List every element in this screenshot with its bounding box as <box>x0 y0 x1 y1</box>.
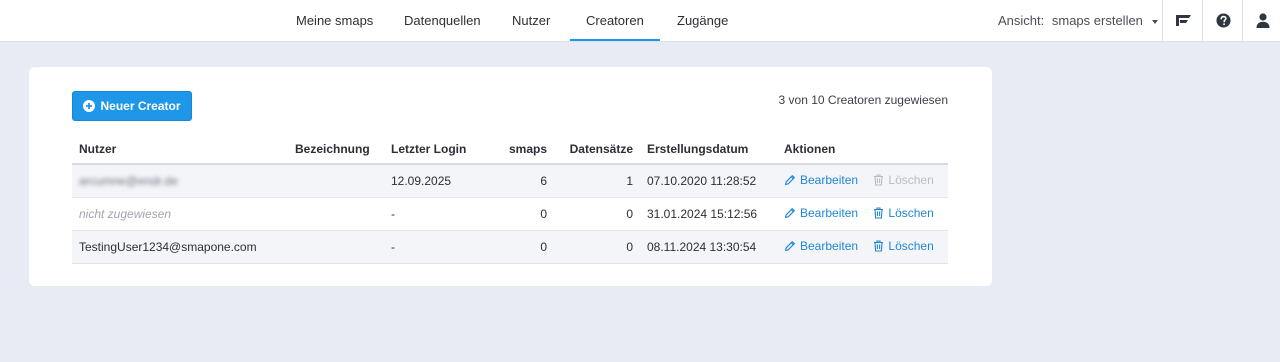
column-header-bezeichnung[interactable]: Bezeichnung <box>288 135 384 165</box>
last-login-cell: 12.09.2025 <box>384 164 490 198</box>
pencil-icon <box>784 241 795 252</box>
created-date-cell: 07.10.2020 11:28:52 <box>640 164 777 198</box>
actions-cell: Bearbeiten Löschen <box>777 197 948 231</box>
records-count-cell: 1 <box>554 164 640 198</box>
smaps-count-cell: 6 <box>490 164 554 198</box>
trash-icon <box>874 207 884 219</box>
nav-datenquellen[interactable]: Datenquellen <box>404 0 481 41</box>
view-label: Ansicht: <box>998 13 1045 28</box>
designation-cell <box>288 197 384 231</box>
assignment-summary: 3 von 10 Creatoren zugewiesen <box>778 93 948 107</box>
creators-card: Neuer Creator 3 von 10 Creatoren zugewie… <box>29 67 992 286</box>
plus-circle-icon <box>83 100 96 112</box>
last-login-cell: - <box>384 197 490 231</box>
created-date-cell: 08.11.2024 13:30:54 <box>640 230 777 264</box>
edit-button[interactable]: Bearbeiten <box>784 239 858 253</box>
nav-nutzer[interactable]: Nutzer <box>512 0 550 41</box>
edit-label: Bearbeiten <box>800 206 859 220</box>
actions-cell: Bearbeiten Löschen <box>777 164 948 198</box>
pencil-icon <box>784 208 795 219</box>
nav-creatoren[interactable]: Creatoren <box>570 0 660 41</box>
table-row: arcumne@endr.de 12.09.2025 6 1 07.10.202… <box>72 164 948 198</box>
column-header-nutzer[interactable]: Nutzer <box>72 135 288 165</box>
created-date-cell: 31.01.2024 15:12:56 <box>640 197 777 231</box>
delete-label: Löschen <box>888 239 934 253</box>
table-header-row: Nutzer Bezeichnung Letzter Login smaps D… <box>72 135 948 165</box>
new-creator-button[interactable]: Neuer Creator <box>72 91 192 121</box>
delete-label: Löschen <box>888 206 934 220</box>
smapone-logo-icon <box>1175 15 1191 26</box>
user-cell: nicht zugewiesen <box>72 197 288 231</box>
help-button[interactable] <box>1202 0 1243 41</box>
trash-icon <box>874 174 884 186</box>
user-cell: arcumne@endr.de <box>72 164 288 198</box>
creators-table: Nutzer Bezeichnung Letzter Login smaps D… <box>72 135 948 264</box>
edit-label: Bearbeiten <box>800 239 859 253</box>
column-header-letzter-login[interactable]: Letzter Login <box>384 135 490 165</box>
pencil-icon <box>784 175 795 186</box>
view-value: smaps erstellen <box>1051 13 1143 28</box>
column-header-erstellungsdatum[interactable]: Erstellungsdatum <box>640 135 777 165</box>
user-icon <box>1256 13 1270 28</box>
view-selector[interactable]: Ansicht: smaps erstellen <box>998 0 1158 41</box>
smaps-count-cell: 0 <box>490 230 554 264</box>
help-icon <box>1215 13 1231 28</box>
new-creator-label: Neuer Creator <box>100 99 181 113</box>
delete-button[interactable]: Löschen <box>873 206 934 220</box>
chevron-down-icon <box>1151 19 1158 24</box>
delete-button: Löschen <box>873 173 934 187</box>
delete-label: Löschen <box>888 173 934 187</box>
edit-button[interactable]: Bearbeiten <box>784 206 858 220</box>
table-row: nicht zugewiesen - 0 0 31.01.2024 15:12:… <box>72 197 948 231</box>
last-login-cell: - <box>384 230 490 264</box>
user-email-redacted: arcumne@endr.de <box>79 174 178 188</box>
user-email: TestingUser1234@smapone.com <box>79 240 257 254</box>
edit-label: Bearbeiten <box>800 173 859 187</box>
column-header-aktionen: Aktionen <box>777 135 948 165</box>
trash-icon <box>874 240 884 252</box>
designation-cell <box>288 230 384 264</box>
nav-meine-smaps[interactable]: Meine smaps <box>296 0 373 41</box>
user-cell: TestingUser1234@smapone.com <box>72 230 288 264</box>
delete-button[interactable]: Löschen <box>873 239 934 253</box>
actions-cell: Bearbeiten Löschen <box>777 230 948 264</box>
top-navigation-bar: Meine smaps Datenquellen Nutzer Creatore… <box>0 0 1280 42</box>
column-header-datensaetze[interactable]: Datensätze <box>554 135 640 165</box>
table-row: TestingUser1234@smapone.com - 0 0 08.11.… <box>72 230 948 264</box>
edit-button[interactable]: Bearbeiten <box>784 173 858 187</box>
column-header-smaps[interactable]: smaps <box>490 135 554 165</box>
designation-cell <box>288 164 384 198</box>
records-count-cell: 0 <box>554 230 640 264</box>
smaps-count-cell: 0 <box>490 197 554 231</box>
user-unassigned: nicht zugewiesen <box>79 207 172 221</box>
nav-zugaenge[interactable]: Zugänge <box>677 0 728 41</box>
records-count-cell: 0 <box>554 197 640 231</box>
smapone-logo-button[interactable] <box>1162 0 1203 41</box>
user-menu-button[interactable] <box>1242 0 1280 41</box>
